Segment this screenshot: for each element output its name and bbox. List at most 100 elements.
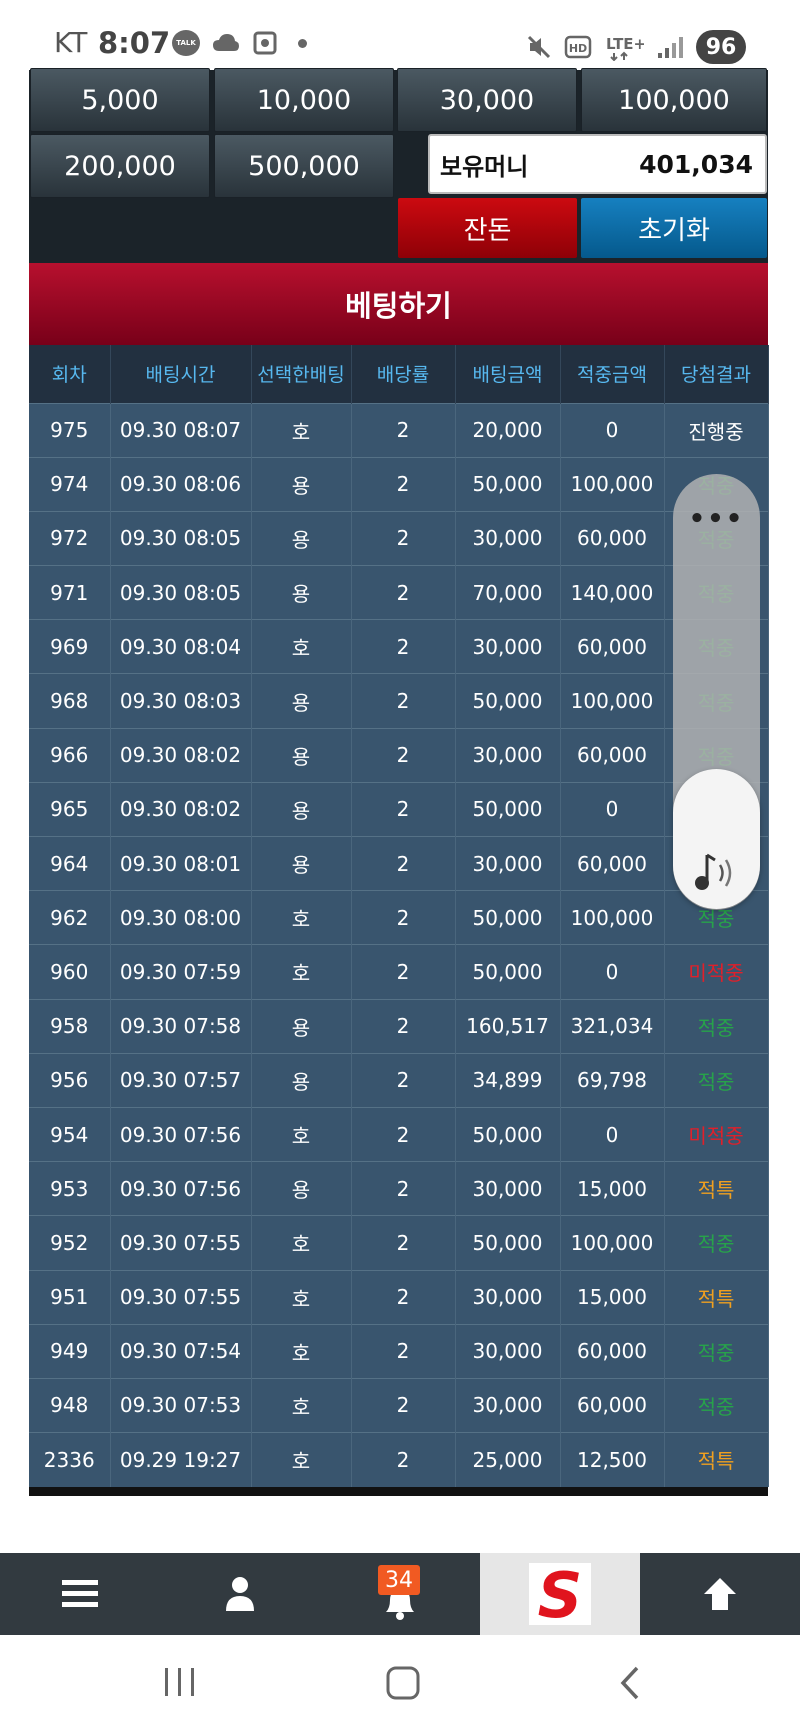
cell-round: 958 <box>29 998 111 1054</box>
bet-history-table: 회차 배팅시간 선택한배팅 배당률 배팅금액 적중금액 당첨결과 975 09.3… <box>29 345 769 1487</box>
cell-odds: 2 <box>351 1215 456 1270</box>
cell-bet-amount: 50,000 <box>455 890 561 945</box>
column-header-payout: 적중금액 <box>560 345 665 403</box>
table-row: 953 09.30 07:56 용 2 30,000 15,000 적특 <box>29 1161 769 1216</box>
cell-payout: 0 <box>560 944 665 1000</box>
cell-payout: 60,000 <box>560 727 665 783</box>
home-logo-button[interactable]: S <box>480 1553 640 1635</box>
cell-selection: 호 <box>251 619 352 674</box>
table-row: 960 09.30 07:59 호 2 50,000 0 미적중 <box>29 944 769 1000</box>
cell-bet-time: 09.30 07:55 <box>110 1269 252 1325</box>
cell-result: 진행중 <box>664 402 769 458</box>
profile-button[interactable] <box>160 1553 320 1635</box>
amount-button-200000[interactable]: 200,000 <box>30 134 210 198</box>
cell-round: 974 <box>29 456 111 512</box>
cell-bet-time: 09.30 08:06 <box>110 456 252 512</box>
cell-selection: 호 <box>251 1377 352 1433</box>
scroll-top-button[interactable] <box>640 1553 800 1635</box>
amount-button-10000[interactable]: 10,000 <box>214 68 394 132</box>
cell-bet-time: 09.30 07:57 <box>110 1052 252 1108</box>
cell-selection: 호 <box>251 1269 352 1325</box>
volume-panel[interactable]: ••• <box>673 474 760 910</box>
cell-bet-time: 09.30 07:58 <box>110 998 252 1054</box>
logo-letter: S <box>538 1559 583 1629</box>
cell-bet-time: 09.30 08:03 <box>110 673 252 729</box>
hd-voice-icon: HD <box>564 35 592 59</box>
reset-button[interactable]: 초기화 <box>581 198 767 258</box>
cell-payout: 100,000 <box>560 890 665 945</box>
cell-result: 적특 <box>664 1269 769 1325</box>
table-row: 952 09.30 07:55 호 2 50,000 100,000 적중 <box>29 1215 769 1270</box>
cell-odds: 2 <box>351 1052 456 1108</box>
cell-result: 적중 <box>664 1215 769 1270</box>
table-row: 975 09.30 08:07 호 2 20,000 0 진행중 <box>29 402 769 458</box>
balance-display: 보유머니 401,034 <box>428 134 767 194</box>
cell-payout: 60,000 <box>560 1377 665 1433</box>
cell-bet-amount: 30,000 <box>455 510 561 566</box>
cell-selection: 호 <box>251 402 352 458</box>
table-row: 958 09.30 07:58 용 2 160,517 321,034 적중 <box>29 998 769 1054</box>
table-row: 96409.30 08:01용230,00060,000적중 <box>29 835 769 891</box>
cell-odds: 2 <box>351 998 456 1054</box>
cell-payout: 321,034 <box>560 998 665 1054</box>
cell-selection: 용 <box>251 1161 352 1216</box>
cell-odds: 2 <box>351 1269 456 1325</box>
cell-bet-amount: 160,517 <box>455 998 561 1054</box>
back-icon[interactable] <box>615 1665 645 1701</box>
menu-button[interactable] <box>0 1553 160 1635</box>
cell-round: 951 <box>29 1269 111 1325</box>
cell-selection: 용 <box>251 456 352 512</box>
svg-text:HD: HD <box>569 42 587 55</box>
home-icon[interactable] <box>385 1665 421 1701</box>
arrow-up-icon <box>704 1578 736 1610</box>
cell-payout: 0 <box>560 402 665 458</box>
cell-payout: 69,798 <box>560 1052 665 1108</box>
amount-button-500000[interactable]: 500,000 <box>214 134 394 198</box>
battery-indicator: 96 <box>696 30 746 64</box>
place-bet-button[interactable]: 베팅하기 <box>29 263 768 345</box>
cell-result: 미적중 <box>664 944 769 1000</box>
table-row: 948 09.30 07:53 호 2 30,000 60,000 적중 <box>29 1377 769 1433</box>
recent-apps-icon[interactable] <box>162 1665 198 1699</box>
table-row: 96809.30 08:03용250,000100,000적중 <box>29 673 769 729</box>
clock-time: 8:07 <box>98 26 171 60</box>
bottom-navigation: 34 S <box>0 1553 800 1635</box>
cell-bet-time: 09.30 08:05 <box>110 565 252 620</box>
cell-payout: 60,000 <box>560 1323 665 1379</box>
cell-round: 954 <box>29 1106 111 1162</box>
cell-round: 960 <box>29 944 111 1000</box>
cell-payout: 140,000 <box>560 565 665 620</box>
system-navigation-bar <box>0 1635 800 1734</box>
cell-bet-amount: 50,000 <box>455 673 561 729</box>
amount-button-100000[interactable]: 100,000 <box>581 68 767 132</box>
column-header-round: 회차 <box>29 345 111 403</box>
cell-odds: 2 <box>351 727 456 783</box>
cell-bet-amount: 30,000 <box>455 1377 561 1433</box>
cell-round: 953 <box>29 1161 111 1216</box>
cell-bet-time: 09.30 08:02 <box>110 781 252 837</box>
change-button[interactable]: 잔돈 <box>398 198 577 258</box>
cell-bet-time: 09.30 08:04 <box>110 619 252 674</box>
amount-button-30000[interactable]: 30,000 <box>397 68 577 132</box>
cell-round: 952 <box>29 1215 111 1270</box>
cell-bet-time: 09.29 19:27 <box>110 1432 252 1487</box>
cell-bet-time: 09.30 08:05 <box>110 510 252 566</box>
cell-selection: 호 <box>251 944 352 1000</box>
cell-bet-time: 09.30 07:54 <box>110 1323 252 1379</box>
table-bottom-border <box>29 1487 768 1496</box>
cell-bet-time: 09.30 08:00 <box>110 890 252 945</box>
kakaotalk-icon: TALK <box>172 30 200 56</box>
cell-bet-amount: 30,000 <box>455 619 561 674</box>
table-row: 96909.30 08:04호230,00060,000적중 <box>29 619 769 674</box>
cell-selection: 호 <box>251 1106 352 1162</box>
more-options-icon[interactable]: ••• <box>673 504 760 534</box>
cell-selection: 호 <box>251 890 352 945</box>
amount-button-5000[interactable]: 5,000 <box>30 68 210 132</box>
table-header-row: 회차 배팅시간 선택한배팅 배당률 배팅금액 적중금액 당첨결과 <box>29 345 769 403</box>
cell-selection: 용 <box>251 781 352 837</box>
cell-bet-time: 09.30 08:07 <box>110 402 252 458</box>
cell-odds: 2 <box>351 510 456 566</box>
cell-payout: 0 <box>560 1106 665 1162</box>
volume-slider-handle[interactable] <box>673 769 760 909</box>
cell-bet-amount: 30,000 <box>455 1161 561 1216</box>
